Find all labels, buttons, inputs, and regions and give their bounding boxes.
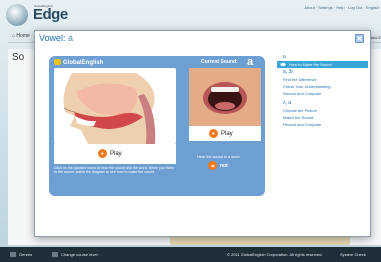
sound-panel: GlobalEnglish Current Sound: a Play Clic…: [49, 56, 265, 196]
play-video-button[interactable]: Play: [209, 129, 233, 138]
diagram-play-area: Play: [54, 144, 176, 164]
speaker-icon: [208, 161, 217, 170]
top-links[interactable]: About · Settings · Help · Log Out · Engl…: [304, 5, 379, 10]
level-icon: [52, 252, 58, 258]
footer-bar: Genres Change course level © 2011 Global…: [0, 247, 381, 262]
play-diagram-button[interactable]: Play: [98, 149, 122, 158]
hear-word-label: Hear the sound in a word:: [197, 155, 241, 159]
word-label: not: [220, 162, 228, 169]
menu-item-match-sound[interactable]: Match the Sound: [283, 114, 370, 121]
menu-item-choose-picture[interactable]: Choose the Picture: [283, 107, 370, 114]
mouth-photo: [189, 68, 261, 126]
change-level-label: Change course level: [61, 252, 98, 257]
copyright: © 2011 GlobalEnglish Corporation. All ri…: [227, 252, 323, 257]
genres-label: Genres: [19, 252, 33, 257]
globe-logo-icon: [6, 4, 28, 26]
menu-item-check-understanding[interactable]: Check Your Understanding: [283, 83, 370, 90]
close-icon: [356, 35, 363, 42]
change-level-link[interactable]: Change course level: [52, 252, 98, 258]
arrow-right-icon: [280, 62, 286, 67]
app-header: GlobalEnglish Edge About · Settings · He…: [0, 0, 381, 28]
home-icon: ⌂: [12, 33, 16, 39]
menu-item-record-compare[interactable]: Record and Compare: [283, 90, 370, 97]
nav-home[interactable]: ⌂ Home: [12, 33, 30, 39]
section-heading: So: [12, 52, 25, 63]
brand-name: GlobalEnglish: [63, 60, 104, 66]
activity-menu: a How to Make the Sound a, 3r Find the D…: [277, 53, 370, 128]
play-icon: [98, 149, 107, 158]
word-speaker-button[interactable]: not: [208, 161, 228, 170]
current-sound-label: Current Sound:: [201, 59, 238, 65]
menu-group-heading: a: [283, 54, 286, 60]
logo-edge: Edge: [33, 6, 68, 23]
instructions-text: Click on the speaker icons to hear the s…: [54, 166, 175, 175]
menu-item-record-compare-2[interactable]: Record and Compare: [283, 121, 370, 128]
genres-link[interactable]: Genres: [10, 252, 33, 258]
mouth-diagram-image: [54, 68, 176, 144]
mouth-video: [189, 68, 261, 126]
menu-item-find-the-difference[interactable]: Find the Difference: [283, 76, 370, 83]
play-icon: [209, 129, 218, 138]
genres-icon: [10, 252, 16, 258]
system-check-link[interactable]: System Check: [340, 252, 366, 257]
close-button[interactable]: [355, 34, 364, 43]
video-play-area: Play: [189, 126, 261, 141]
menu-group-heading: ʌ, a: [283, 100, 292, 106]
title-vowel: a: [68, 33, 74, 43]
mouth-diagram: [54, 68, 176, 144]
menu-group-heading: a, 3r: [283, 69, 294, 75]
vowel-dialog: Vowel: a GlobalEnglish Current Sound: a: [34, 30, 371, 237]
play-label: Play: [221, 130, 233, 137]
bottom-strip: [170, 237, 350, 245]
dialog-title: Vowel: a: [39, 33, 73, 43]
play-label: Play: [110, 150, 122, 157]
title-prefix: Vowel:: [39, 33, 66, 43]
brand-logo-icon: [54, 59, 61, 65]
nav-home-label: Home: [16, 33, 30, 39]
current-sound-value: a: [247, 56, 254, 68]
panel-brand: GlobalEnglish: [54, 59, 103, 66]
menu-item-how-to-make-sound[interactable]: How to Make the Sound: [277, 61, 368, 68]
menu-item-label: How to Make the Sound: [289, 62, 332, 67]
